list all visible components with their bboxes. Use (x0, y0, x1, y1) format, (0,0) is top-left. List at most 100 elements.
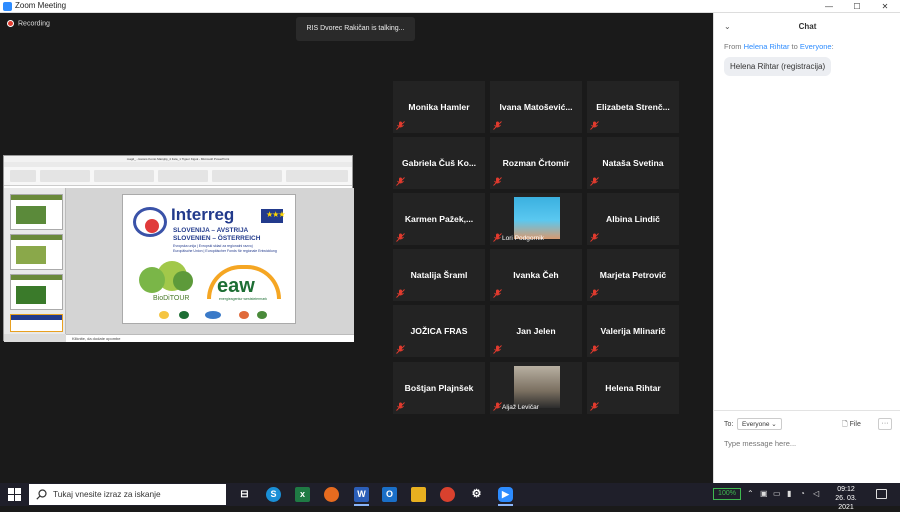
participant-tile[interactable]: Elizabeta Strenč... (587, 81, 679, 133)
task-view-icon[interactable]: ⊟ (237, 487, 252, 502)
muted-mic-icon (493, 177, 502, 186)
slide-thumbnails (4, 188, 66, 334)
muted-mic-icon (396, 233, 405, 242)
windows-start-icon[interactable] (8, 488, 21, 501)
notifications-icon[interactable] (876, 489, 887, 499)
ppt-notes: Kliknite, da dodate opombe (66, 334, 354, 342)
participant-tile[interactable]: Natalija Šraml (393, 249, 485, 301)
current-slide: Interreg ★★★ SLOVENIJA – AVSTRIJA SLOVEN… (122, 194, 296, 324)
muted-mic-icon (396, 289, 405, 298)
participant-tile[interactable]: Rozman Črtomir (490, 137, 582, 189)
chat-panel: ⌄ Chat From Helena Rihtar to Everyone: H… (713, 13, 900, 483)
show-hidden-icons-icon[interactable]: ⌃ (747, 489, 754, 498)
participant-tile[interactable]: Aljaž Levičar (490, 362, 582, 414)
participant-name: Rozman Črtomir (502, 158, 570, 168)
participant-tile[interactable]: JOŽICA FRAS (393, 305, 485, 357)
participant-tile[interactable]: Helena Rihtar (587, 362, 679, 414)
participant-video (514, 197, 560, 239)
participant-name: Elizabeta Strenč... (596, 102, 670, 112)
taskbar-clock[interactable]: 09:12 26. 03. 2021 (828, 485, 864, 512)
slide-thumbnail (10, 274, 63, 310)
muted-mic-icon (493, 233, 502, 242)
recipient-value: Everyone (742, 421, 770, 428)
recording-indicator[interactable]: Recording (7, 20, 50, 27)
chat-input[interactable] (724, 436, 894, 450)
muted-mic-icon (590, 345, 599, 354)
participant-name: Boštjan Plajnšek (404, 383, 474, 393)
participant-name: Ivanka Čeh (513, 270, 559, 280)
file-icon: 🗋 (842, 421, 848, 428)
recording-icon (7, 20, 14, 27)
participant-tile[interactable]: Lori Podgornik (490, 193, 582, 245)
windows-taskbar: Tukaj vnesite izraz za iskanje ⊟ S x W O… (0, 483, 900, 511)
excel-icon[interactable]: x (295, 487, 310, 502)
interreg-logo-dot (145, 219, 159, 233)
participant-name: Karmen Pažek,... (404, 214, 474, 224)
recipient-dropdown[interactable]: Everyone ⌄ (737, 418, 782, 430)
ribbon-group (94, 170, 154, 182)
participant-tile[interactable]: Marjeta Petrovič (587, 249, 679, 301)
skype-icon[interactable]: S (266, 487, 281, 502)
chat-message-header: From Helena Rihtar to Everyone: (724, 42, 834, 51)
partner-logo-icon (205, 311, 221, 319)
muted-mic-icon (493, 345, 502, 354)
ribbon-group (10, 170, 36, 182)
wifi-icon[interactable]: ◔ (800, 489, 805, 498)
participant-tile[interactable]: Ivana Matošević... (490, 81, 582, 133)
participant-tile[interactable]: Boštjan Plajnšek (393, 362, 485, 414)
muted-mic-icon (396, 345, 405, 354)
participant-tile[interactable]: Karmen Pažek,... (393, 193, 485, 245)
participant-name: Marjeta Petrovič (599, 270, 667, 280)
biodi-logo-shape (139, 267, 165, 293)
more-options-button[interactable]: ··· (878, 418, 892, 430)
participant-name: Valerija Mlinarič (600, 326, 666, 336)
maximize-button[interactable]: ☐ (843, 0, 871, 13)
muted-mic-icon (396, 402, 405, 411)
close-button[interactable]: ✕ (871, 0, 899, 13)
ribbon-group (158, 170, 208, 182)
slide-logo-text: Interreg (171, 205, 235, 224)
outlook-icon[interactable]: O (382, 487, 397, 502)
file-button[interactable]: 🗋 File (842, 420, 861, 431)
firefox-icon[interactable] (324, 487, 339, 502)
muted-mic-icon (590, 402, 599, 411)
participant-tile[interactable]: Valerija Mlinarič (587, 305, 679, 357)
word-icon[interactable]: W (354, 487, 369, 502)
battery-icon[interactable]: ▮ (787, 489, 791, 498)
muted-mic-icon (396, 177, 405, 186)
ribbon-group (212, 170, 282, 182)
to-word: to (791, 42, 798, 51)
chat-sender[interactable]: Helena Rihtar (744, 42, 790, 51)
participant-tile[interactable]: Jan Jelen (490, 305, 582, 357)
muted-mic-icon (493, 121, 502, 130)
participant-tile[interactable]: Ivanka Čeh (490, 249, 582, 301)
tray-app-icon[interactable]: ▣ (760, 489, 768, 498)
participant-tile[interactable]: Nataša Svetina (587, 137, 679, 189)
file-explorer-icon[interactable] (411, 487, 426, 502)
participant-tile[interactable]: Gabriela Čuš Ko... (393, 137, 485, 189)
partner-logo-icon (239, 311, 249, 319)
eaw-logo-sub: energieagentur weststeiermark (219, 297, 268, 301)
battery-indicator[interactable]: 100% (713, 488, 741, 500)
from-label: From (724, 42, 742, 51)
participant-name: Jan Jelen (516, 326, 556, 336)
chrome-icon[interactable] (440, 487, 455, 502)
slide-line2: SLOVENIEN – ÖSTERREICH (173, 235, 261, 242)
participant-name: Monika Hamler (408, 102, 470, 112)
participant-tile[interactable]: Albina Lindič (587, 193, 679, 245)
muted-mic-icon (396, 121, 405, 130)
minimize-button[interactable]: — (815, 0, 843, 13)
slide-thumbnail (10, 234, 63, 270)
speaker-icon[interactable]: ◁ (813, 489, 819, 498)
taskbar-search[interactable]: Tukaj vnesite izraz za iskanje (29, 484, 226, 505)
zoom-taskbar-icon[interactable]: ▶ (498, 487, 513, 502)
shared-screen[interactable]: mag2_...lssions Konto Marsjitp_4 Fela_1 … (3, 155, 354, 342)
participant-name: Helena Rihtar (605, 383, 661, 393)
participant-tile[interactable]: Monika Hamler (393, 81, 485, 133)
active-speaker-banner: RIS Dvorec Rakičan is talking... (296, 17, 415, 41)
camera-icon[interactable]: ▭ (773, 489, 781, 498)
participant-name: Aljaž Levičar (502, 404, 539, 411)
clock-time: 09:12 (837, 486, 855, 493)
slide-canvas: Interreg ★★★ SLOVENIJA – AVSTRIJA SLOVEN… (66, 188, 354, 334)
settings-gear-icon[interactable]: ⚙ (469, 487, 484, 502)
